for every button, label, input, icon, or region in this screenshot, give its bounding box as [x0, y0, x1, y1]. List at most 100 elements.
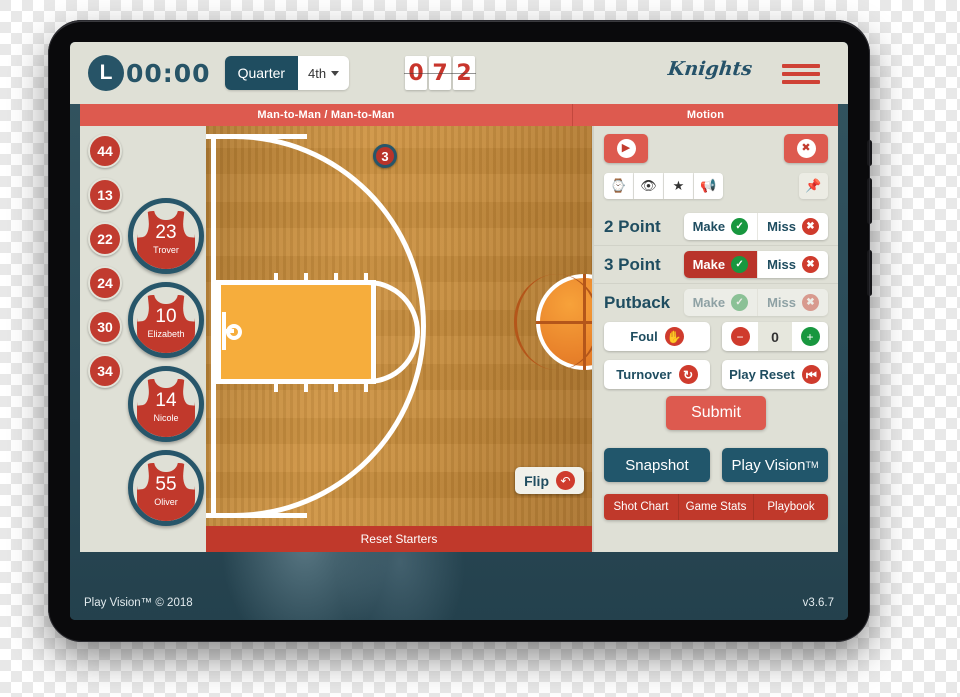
bench-player[interactable]: 24	[88, 266, 122, 300]
miss-label: Miss	[767, 219, 796, 234]
app-header: L 00:00 Quarter 4th 0 7 2 Knights	[70, 42, 848, 104]
tablet-side-button-3	[867, 250, 872, 296]
miss-button[interactable]: Miss ✖	[757, 213, 828, 240]
shot-type-label: 2 Point	[604, 216, 661, 236]
quarter-value: 4th	[308, 65, 327, 81]
score-digit: 2	[452, 56, 476, 90]
player-jersey[interactable]: 10 Elizabeth	[128, 282, 204, 358]
play-button[interactable]: ▶	[604, 134, 648, 163]
lane-hash	[274, 383, 278, 392]
close-x-icon: ✖	[802, 218, 819, 235]
play-vision-app: L 00:00 Quarter 4th 0 7 2 Knights Man-to…	[70, 42, 848, 620]
play-vision-button[interactable]: Play Vision TM	[722, 448, 828, 482]
lane-hash	[334, 273, 338, 282]
shot-row-3-point: 3 Point Make ✓ Miss ✖	[594, 245, 838, 283]
rewind-icon: ⏮	[801, 365, 821, 384]
miss-label: Miss	[767, 257, 796, 272]
play-icon: ▶	[616, 139, 636, 158]
court-player-marker[interactable]: 3	[373, 144, 397, 168]
turnover-reset-line: Turnover ↻ Play Reset ⏮	[604, 360, 828, 389]
refresh-icon: ↻	[678, 365, 698, 384]
copyright-text: Play Vision™ © 2018	[84, 597, 193, 609]
ball-seam	[514, 274, 592, 370]
play-reset-button[interactable]: Play Reset ⏮	[722, 360, 828, 389]
shot-row-2-point: 2 Point Make ✓ Miss ✖	[594, 208, 838, 245]
counter-value: 0	[758, 322, 792, 351]
turnover-button[interactable]: Turnover ↻	[604, 360, 710, 389]
panel-top-row: ▶ ✖	[604, 134, 828, 163]
shot-type-label: 3 Point	[604, 254, 661, 274]
lane-hash	[364, 383, 368, 392]
bench-player[interactable]: 30	[88, 310, 122, 344]
quarter-dropdown[interactable]: 4th	[298, 56, 350, 90]
game-clock: 00:00	[126, 58, 211, 88]
clock-icon: L	[88, 55, 124, 91]
player-jersey[interactable]: 55 Oliver	[128, 450, 204, 526]
game-stats-button[interactable]: Game Stats	[678, 494, 753, 520]
lane-hash	[304, 383, 308, 392]
make-miss-group: Make ✓ Miss ✖	[683, 251, 828, 278]
close-x-icon: ✖	[796, 139, 816, 158]
tool-icon-row: ⌚ 👁 ★ 📢 📌	[604, 173, 828, 199]
megaphone-icon[interactable]: 📢	[694, 173, 723, 199]
decrement-button[interactable]: −	[722, 322, 758, 351]
check-icon: ✓	[731, 294, 749, 311]
jersey-number: 55	[155, 474, 177, 495]
miss-button[interactable]: Miss ✖	[757, 289, 828, 316]
bench-player[interactable]: 44	[88, 134, 122, 168]
shot-chart-button[interactable]: Shot Chart	[604, 494, 678, 520]
make-miss-group: Make ✓ Miss ✖	[683, 289, 828, 316]
foul-counter-stepper: − 0 +	[722, 322, 828, 351]
minus-icon: −	[730, 327, 750, 346]
hoop-rim-icon	[226, 324, 242, 340]
miss-button[interactable]: Miss ✖	[757, 251, 828, 278]
make-label: Make	[692, 219, 726, 234]
submit-button[interactable]: Submit	[666, 396, 766, 430]
hamburger-menu-icon[interactable]	[782, 64, 820, 84]
jersey-name: Trover	[153, 245, 179, 255]
playbook-button[interactable]: Playbook	[753, 494, 828, 520]
star-icon[interactable]: ★	[664, 173, 694, 199]
shot-type-label: Putback	[604, 292, 671, 312]
trademark-mark: TM	[805, 460, 819, 470]
flip-button[interactable]: Flip ↶	[515, 467, 584, 494]
increment-button[interactable]: +	[792, 322, 828, 351]
basketball-court[interactable]: 3 Flip ↶ Reset Starters	[206, 126, 592, 552]
check-icon: ✓	[731, 218, 749, 235]
foul-button[interactable]: Foul ✋	[604, 322, 710, 351]
lane-hash	[364, 273, 368, 282]
app-footer: Play Vision™ © 2018 v3.6.7	[70, 586, 848, 620]
hourglass-icon[interactable]: ⌚	[604, 173, 634, 199]
bench-player[interactable]: 13	[88, 178, 122, 212]
close-button[interactable]: ✖	[784, 134, 828, 163]
defense-tag[interactable]: Man-to-Man / Man-to-Man	[80, 104, 572, 126]
offense-tag[interactable]: Motion	[572, 104, 838, 126]
make-button[interactable]: Make ✓	[683, 251, 758, 278]
player-jersey[interactable]: 23 Trover	[128, 198, 204, 274]
quarter-label: Quarter	[224, 56, 299, 90]
bench-player[interactable]: 34	[88, 354, 122, 388]
flip-label: Flip	[524, 472, 549, 489]
score-digit: 0	[404, 56, 428, 90]
play-vision-label: Play Vision	[731, 456, 806, 474]
jersey-name: Oliver	[154, 497, 178, 507]
player-jersey[interactable]: 14 Nicole	[128, 366, 204, 442]
body-content: 44 13 22 24 30 34 23 Trover 10 Elizabeth…	[80, 126, 838, 552]
quarter-selector[interactable]: Quarter 4th	[224, 56, 350, 90]
make-button[interactable]: Make ✓	[683, 213, 758, 240]
score-digit: 7	[428, 56, 452, 90]
play-reset-label: Play Reset	[729, 367, 795, 382]
reset-starters-button[interactable]: Reset Starters	[206, 526, 592, 552]
bench-list: 44 13 22 24 30 34	[88, 134, 122, 388]
chevron-down-icon	[331, 70, 340, 76]
nav-button-group: Shot Chart Game Stats Playbook	[604, 494, 828, 520]
pushpin-icon[interactable]: 📌	[799, 173, 828, 199]
plus-icon: +	[800, 327, 820, 346]
secondary-buttons: Snapshot Play Vision TM	[604, 448, 828, 482]
eye-icon[interactable]: 👁	[634, 173, 664, 199]
menu-bar	[782, 72, 820, 76]
bench-player[interactable]: 22	[88, 222, 122, 256]
make-button[interactable]: Make ✓	[683, 289, 758, 316]
snapshot-button[interactable]: Snapshot	[604, 448, 710, 482]
tablet-side-button-1	[867, 140, 872, 166]
